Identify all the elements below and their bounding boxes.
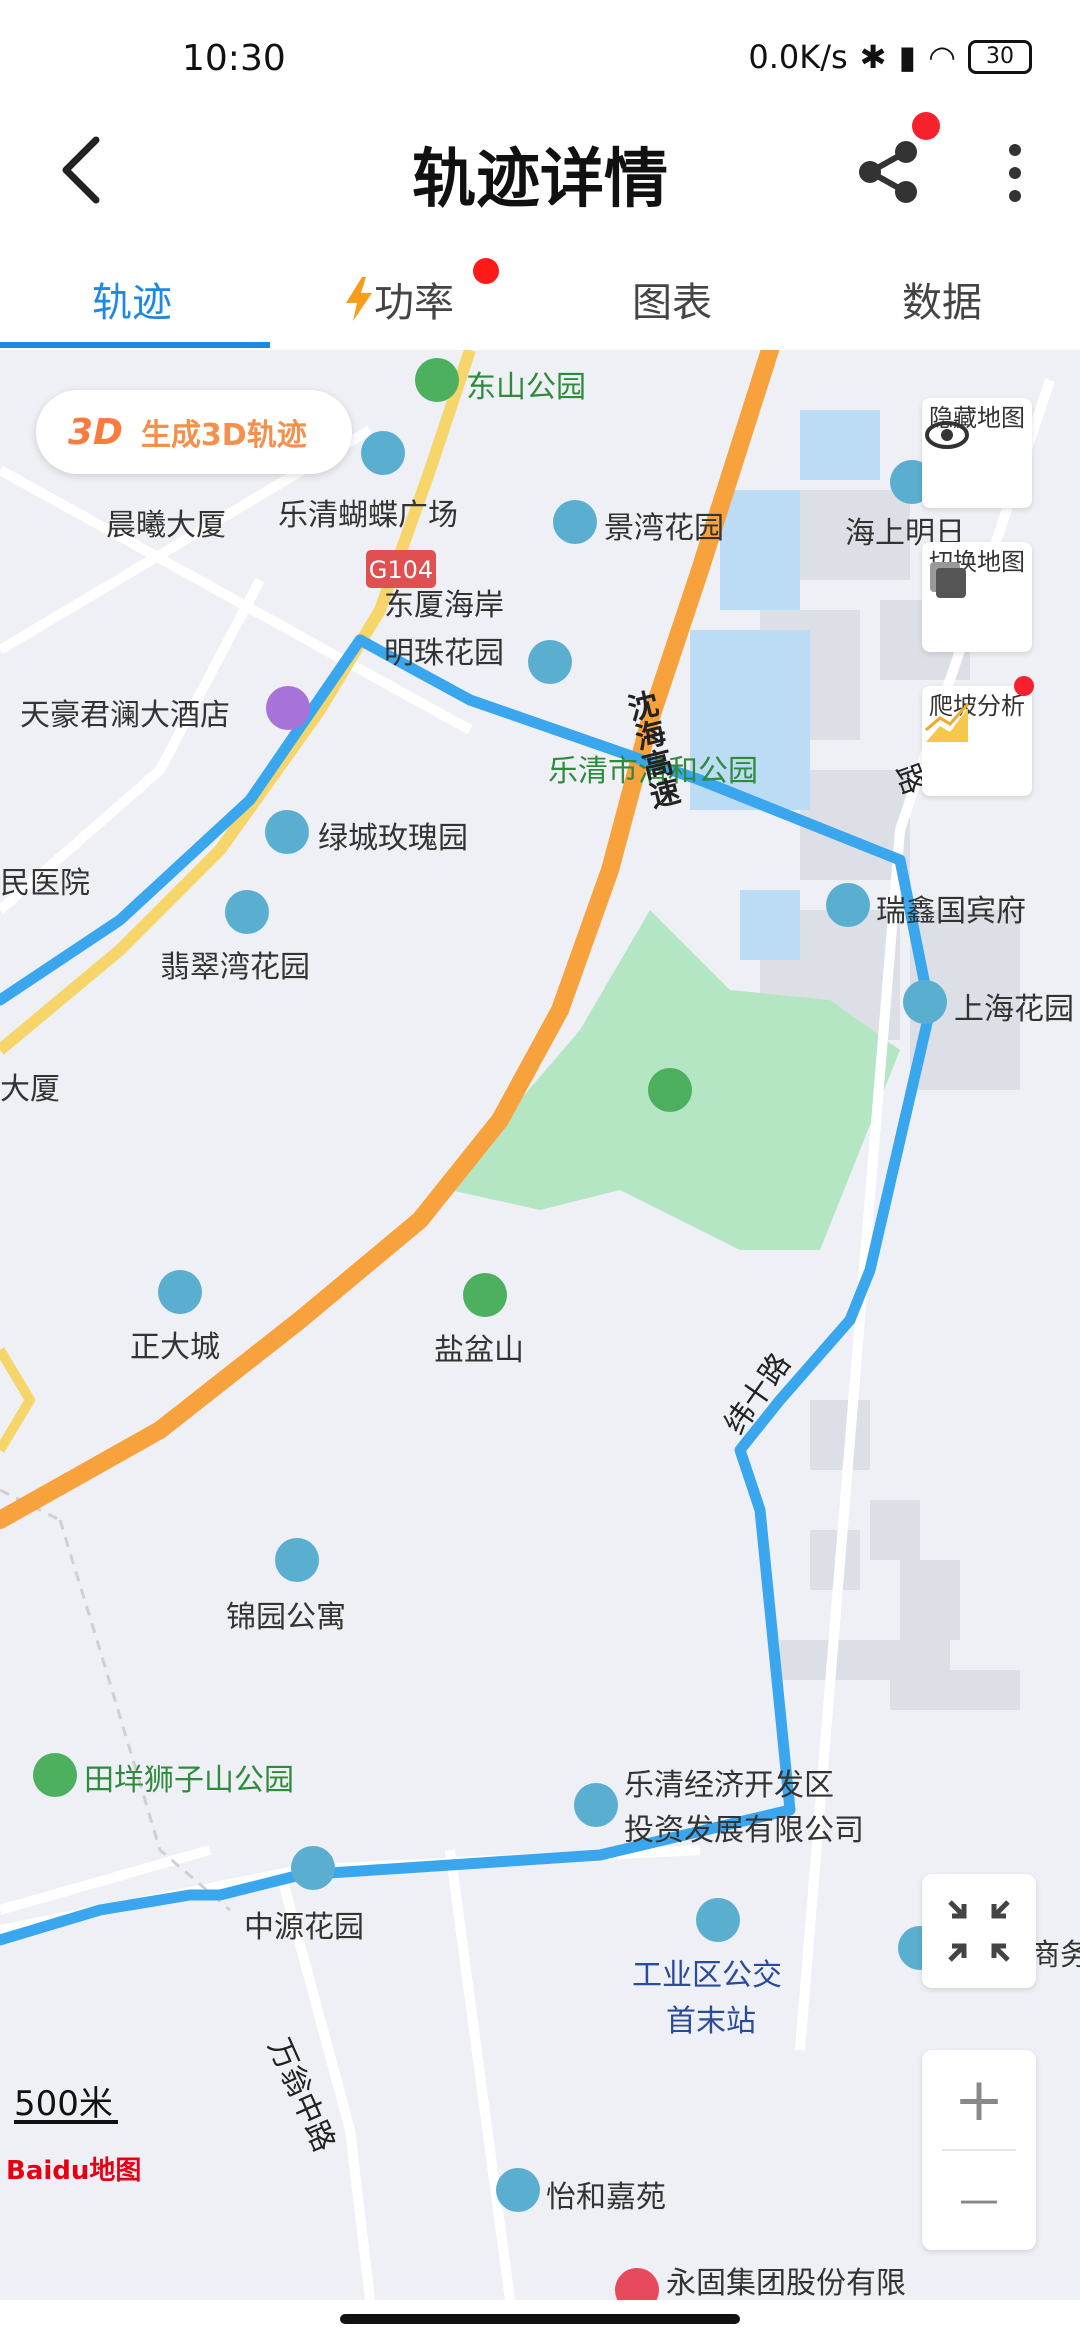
bluetooth-icon: ✱: [859, 38, 887, 76]
more-options-icon[interactable]: [1000, 138, 1030, 208]
climb-notification-dot: [1014, 676, 1034, 696]
lightning-icon: [346, 277, 372, 321]
poi-chenxi[interactable]: 晨曦大厦: [106, 500, 226, 544]
poi-yihe[interactable]: 怡和嘉苑: [546, 2172, 666, 2216]
zoom-in-button[interactable]: +: [922, 2050, 1036, 2150]
share-icon[interactable]: [848, 132, 928, 212]
poi-jingwan[interactable]: 景湾花园: [604, 503, 724, 547]
network-speed: 0.0K/s: [748, 38, 848, 76]
poi-bus-station-2[interactable]: 首末站: [666, 1996, 756, 2040]
poi-bus-station-1[interactable]: 工业区公交: [632, 1950, 782, 1994]
generate-3d-label: 生成3D轨迹: [140, 418, 307, 453]
poi-kaifa-1[interactable]: 乐清经济开发区: [624, 1760, 834, 1804]
collapse-icon: [948, 1900, 1010, 1962]
poi-butterfly[interactable]: 乐清蝴蝶广场: [278, 490, 458, 534]
poi-kaifa-2[interactable]: 投资发展有限公司: [624, 1805, 864, 1849]
map-scale-bar: [14, 2120, 118, 2124]
poi-tianhao-hotel[interactable]: 天豪君澜大酒店: [20, 690, 230, 734]
map-view[interactable]: G104 东山公园 晨曦大厦 乐清蝴蝶广场 景湾花园 海上明日 东厦海岸 明珠花…: [0, 350, 1080, 2300]
climb-chart-icon: [925, 702, 970, 742]
battery-icon: 30: [968, 40, 1032, 74]
poi-tianyang-park[interactable]: 田垟狮子山公园: [84, 1755, 294, 1799]
tab-bar: 轨迹 功率 图表 数据: [0, 250, 1080, 350]
layers-icon: [930, 562, 966, 598]
zoom-out-button[interactable]: —: [922, 2150, 1036, 2250]
power-notification-dot: [473, 258, 499, 284]
status-icons: 0.0K/s ✱ ▮ ◠ 30: [748, 38, 1032, 76]
generate-3d-track-button[interactable]: 3D 生成3D轨迹: [36, 390, 352, 474]
wifi-icon: ◠: [928, 38, 956, 76]
home-indicator[interactable]: [340, 2314, 740, 2324]
tab-power-label: 功率: [374, 280, 454, 326]
fullscreen-toggle-button[interactable]: [922, 1874, 1036, 1988]
tab-active-indicator: [0, 342, 270, 348]
zoom-control: + —: [922, 2050, 1036, 2250]
tab-power[interactable]: 功率: [344, 270, 454, 328]
switch-map-button[interactable]: 切换地图: [922, 542, 1032, 652]
poi-yanpen[interactable]: 盐盆山: [434, 1325, 524, 1369]
poi-zhengda[interactable]: 正大城: [130, 1322, 220, 1366]
climb-analysis-button[interactable]: 爬坡分析: [922, 686, 1032, 796]
poi-dongxia-coast[interactable]: 东厦海岸: [384, 580, 504, 624]
poi-lvcheng[interactable]: 绿城玫瑰园: [318, 813, 468, 857]
map-scale-label: 500米: [14, 2084, 113, 2124]
poi-zhongyuan[interactable]: 中源花园: [244, 1902, 364, 1946]
baidu-map-logo: Baidu地图: [6, 2156, 142, 2186]
poi-shanghai-garden[interactable]: 上海花园: [954, 984, 1074, 1028]
tab-chart[interactable]: 图表: [632, 270, 712, 328]
poi-dongshan-park[interactable]: 东山公园: [466, 362, 586, 406]
tab-data[interactable]: 数据: [902, 270, 982, 328]
poi-jinyuan[interactable]: 锦园公寓: [226, 1592, 346, 1636]
3d-icon: 3D: [68, 411, 123, 453]
hide-map-button[interactable]: 隐藏地图: [922, 398, 1032, 508]
poi-yonggu[interactable]: 永固集团股份有限: [666, 2258, 906, 2300]
poi-daxia[interactable]: 大厦: [0, 1064, 60, 1108]
poi-hospital[interactable]: 民医院: [0, 858, 90, 902]
poi-feicui[interactable]: 翡翠湾花园: [160, 942, 310, 986]
status-time: 10:30: [182, 38, 286, 79]
share-notification-dot: [912, 112, 940, 140]
signal-icon: ▮: [898, 38, 917, 76]
tab-track[interactable]: 轨迹: [92, 270, 172, 328]
poi-ruixin[interactable]: 瑞鑫国宾府: [876, 886, 1026, 930]
eye-icon: [925, 421, 969, 449]
poi-shangwu[interactable]: 商务: [1030, 1930, 1080, 1974]
poi-mingzhu[interactable]: 明珠花园: [384, 628, 504, 672]
status-bar: 10:30 0.0K/s ✱ ▮ ◠ 30: [0, 0, 1080, 120]
